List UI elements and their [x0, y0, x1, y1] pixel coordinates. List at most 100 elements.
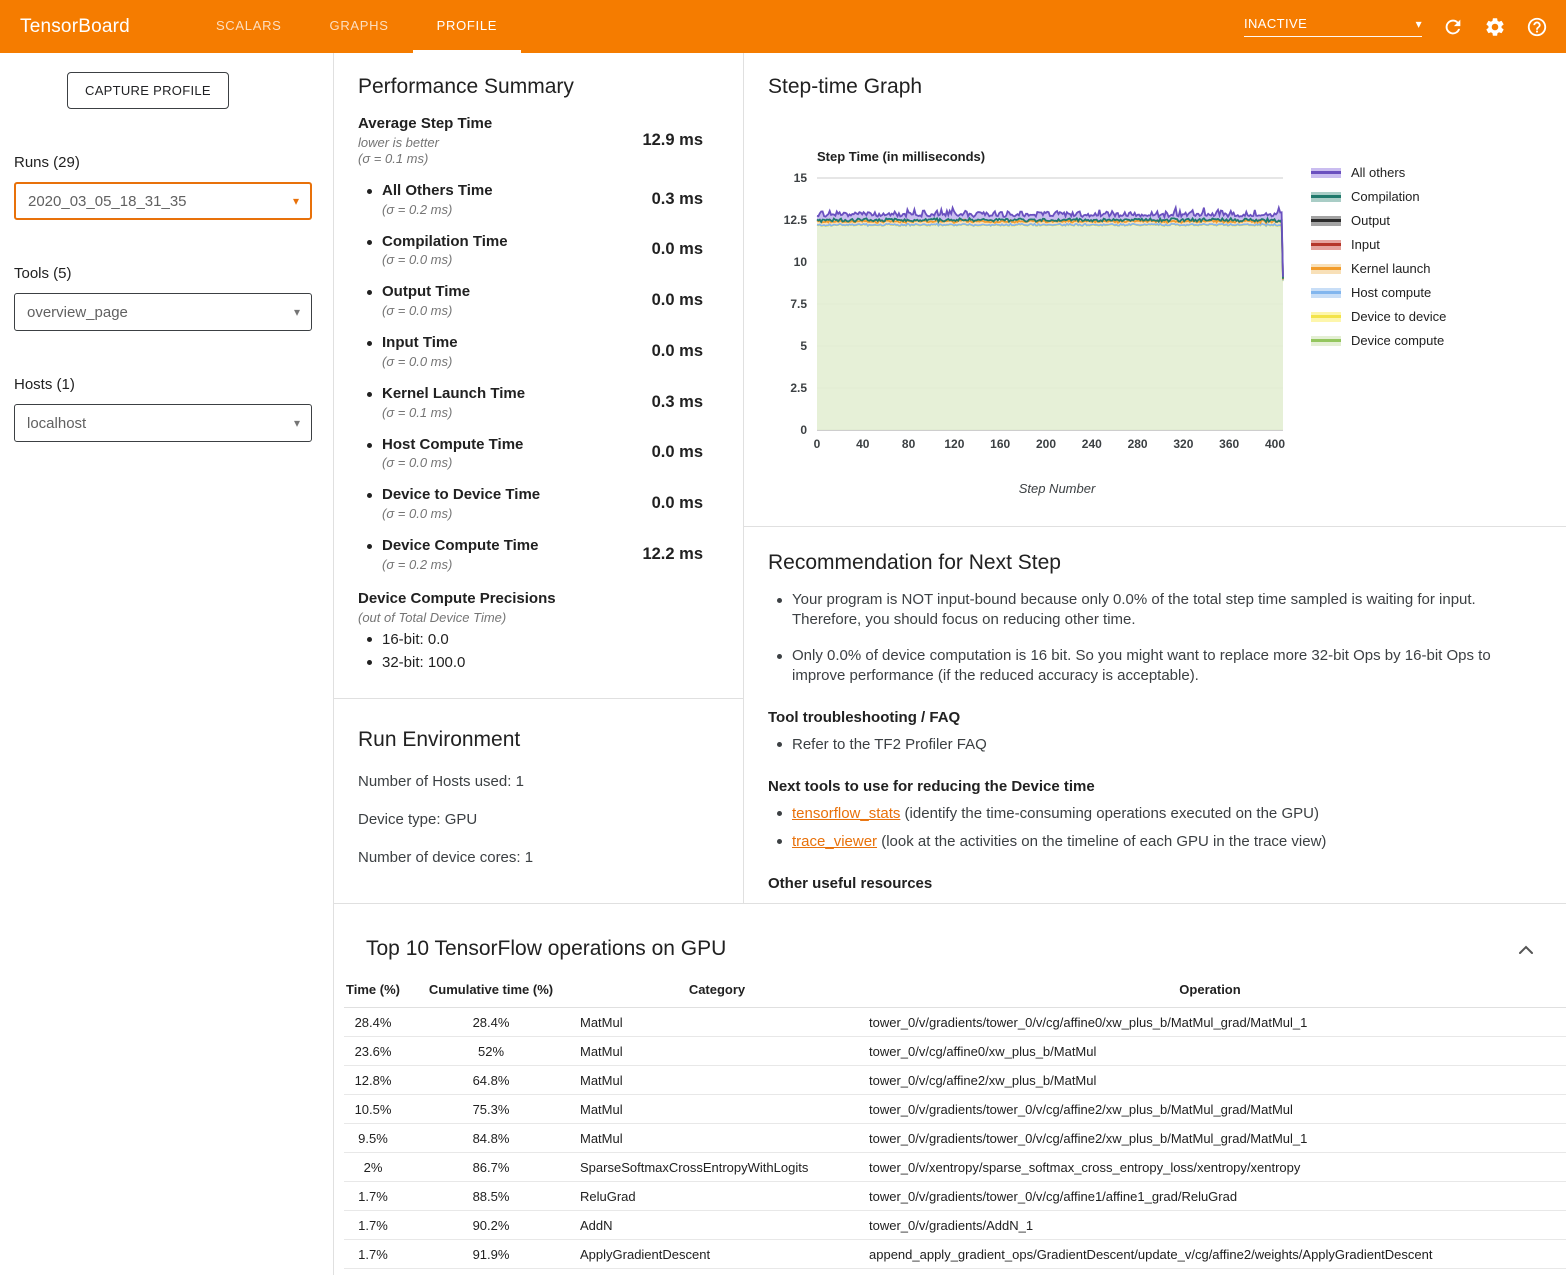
chevron-up-icon[interactable]: [1518, 944, 1534, 954]
table-row: 12.8%64.8%MatMultower_0/v/cg/affine2/xw_…: [344, 1066, 1566, 1095]
metric-row: Host Compute Time(σ = 0.0 ms)0.0 ms: [358, 436, 703, 471]
table-cell: 91.9%: [402, 1240, 580, 1269]
runs-select[interactable]: 2020_03_05_18_31_35 ▾: [14, 182, 312, 220]
bullet: [367, 443, 372, 448]
bullet: [367, 392, 372, 397]
tool-link[interactable]: tensorflow_stats: [792, 805, 900, 822]
precision-text: 32-bit: 100.0: [382, 654, 465, 671]
step-time-panel: Step-time Graph Step Time (in millisecon…: [744, 53, 1566, 903]
svg-text:120: 120: [944, 437, 964, 451]
caret-down-icon: ▾: [294, 306, 300, 318]
tensorboard-logo[interactable]: TensorBoard: [20, 16, 130, 38]
legend-item: Compilation: [1311, 189, 1446, 204]
table-cell: tower_0/v/gradients/tower_0/v/cg/affine0…: [854, 1008, 1566, 1037]
legend-label: Device compute: [1351, 333, 1444, 348]
legend-swatch: [1311, 216, 1341, 226]
svg-text:80: 80: [902, 437, 916, 451]
table-cell: 1.7%: [344, 1211, 402, 1240]
metric-sigma: (σ = 0.2 ms): [382, 557, 538, 572]
legend-swatch: [1311, 312, 1341, 322]
legend-item: Device to device: [1311, 309, 1446, 324]
bullet: [777, 598, 782, 603]
recommendation-title: Recommendation for Next Step: [768, 551, 1526, 575]
tab-graphs[interactable]: GRAPHS: [306, 0, 413, 53]
metric-sigma: (σ = 0.0 ms): [382, 354, 458, 369]
tool-desc: (identify the time-consuming operations …: [900, 805, 1319, 822]
metric-row: Input Time(σ = 0.0 ms)0.0 ms: [358, 334, 703, 369]
table-row: 23.6%52%MatMultower_0/v/cg/affine0/xw_pl…: [344, 1037, 1566, 1066]
legend-label: Host compute: [1351, 285, 1431, 300]
average-step-time-row: Average Step Time lower is better (σ = 0…: [358, 115, 703, 166]
chart-title: Step Time (in milliseconds): [817, 149, 1297, 164]
table-cell: MatMul: [580, 1037, 854, 1066]
hosts-select[interactable]: localhost ▾: [14, 404, 312, 442]
tool-link[interactable]: trace_viewer: [792, 833, 877, 850]
metric-label: Compilation Time: [382, 233, 508, 252]
legend-label: Compilation: [1351, 189, 1420, 204]
table-cell: tower_0/v/gradients/tower_0/v/cg/affine2…: [854, 1124, 1566, 1153]
table-row: 28.4%28.4%MatMultower_0/v/gradients/towe…: [344, 1008, 1566, 1037]
bullet: [367, 189, 372, 194]
svg-text:240: 240: [1082, 437, 1102, 451]
column-header: Category: [580, 978, 854, 1008]
legend-swatch: [1311, 264, 1341, 274]
caret-down-icon: ▾: [293, 195, 299, 207]
table-cell: 12.8%: [344, 1066, 402, 1095]
table-cell: 9.5%: [344, 1124, 402, 1153]
tools-select[interactable]: overview_page ▾: [14, 293, 312, 331]
metric-value: 0.3 ms: [652, 190, 703, 209]
next-tool-item: trace_viewer (look at the activities on …: [768, 832, 1526, 852]
bullet: [777, 742, 782, 747]
legend-item: All others: [1311, 165, 1446, 180]
table-cell: MatMul: [580, 1124, 854, 1153]
svg-text:12.5: 12.5: [784, 213, 808, 227]
svg-text:10: 10: [794, 255, 808, 269]
precision-text: 16-bit: 0.0: [382, 631, 449, 648]
svg-text:2.5: 2.5: [790, 381, 807, 395]
metric-value: 0.0 ms: [652, 494, 703, 513]
faq-heading: Tool troubleshooting / FAQ: [768, 709, 1526, 726]
refresh-icon[interactable]: [1442, 16, 1464, 38]
svg-text:5: 5: [800, 339, 807, 353]
table-cell: tower_0/v/gradients/tower_0/v/cg/affine1…: [854, 1182, 1566, 1211]
table-cell: 52%: [402, 1037, 580, 1066]
legend-swatch: [1311, 288, 1341, 298]
capture-profile-button[interactable]: CAPTURE PROFILE: [67, 72, 229, 109]
metric-value: 0.3 ms: [652, 393, 703, 412]
table-row: 2%86.7%SparseSoftmaxCrossEntropyWithLogi…: [344, 1153, 1566, 1182]
bullet: [367, 341, 372, 346]
help-icon[interactable]: [1526, 16, 1548, 38]
nav-tabs: SCALARSGRAPHSPROFILE: [192, 0, 521, 53]
tab-scalars[interactable]: SCALARS: [192, 0, 306, 53]
tab-profile[interactable]: PROFILE: [413, 0, 522, 53]
chart-x-axis-label: Step Number: [817, 481, 1297, 496]
table-cell: 10.5%: [344, 1095, 402, 1124]
performance-summary-title: Performance Summary: [358, 75, 703, 99]
gear-icon[interactable]: [1484, 16, 1506, 38]
metric-value: 0.0 ms: [652, 443, 703, 462]
tools-label: Tools (5): [14, 265, 333, 282]
chart-legend: All othersCompilationOutputInputKernel l…: [1311, 149, 1446, 496]
metric-label: Device to Device Time: [382, 486, 540, 505]
refresh-mode-select[interactable]: INACTIVE ▾: [1244, 16, 1422, 37]
svg-text:0: 0: [800, 423, 807, 437]
table-cell: ReluGrad: [580, 1182, 854, 1211]
table-cell: tower_0/v/gradients/tower_0/v/cg/affine2…: [854, 1095, 1566, 1124]
metric-row: Output Time(σ = 0.0 ms)0.0 ms: [358, 283, 703, 318]
bullet: [367, 290, 372, 295]
table-cell: tower_0/v/cg/affine2/xw_plus_b/MatMul: [854, 1066, 1566, 1095]
next-tools-heading: Next tools to use for reducing the Devic…: [768, 778, 1526, 795]
table-cell: MatMul: [580, 1095, 854, 1124]
metric-label: Input Time: [382, 334, 458, 353]
column-header: Time (%): [344, 978, 402, 1008]
column-header: Cumulative time (%): [402, 978, 580, 1008]
svg-text:280: 280: [1128, 437, 1148, 451]
table-cell: append_apply_gradient_ops/GradientDescen…: [854, 1240, 1566, 1269]
legend-item: Device compute: [1311, 333, 1446, 348]
metric-sigma: (σ = 0.0 ms): [382, 252, 508, 267]
metric-label: Host Compute Time: [382, 436, 523, 455]
bullet: [367, 493, 372, 498]
precision-item: 16-bit: 0.0: [358, 631, 703, 648]
legend-swatch: [1311, 192, 1341, 202]
table-cell: 75.3%: [402, 1095, 580, 1124]
